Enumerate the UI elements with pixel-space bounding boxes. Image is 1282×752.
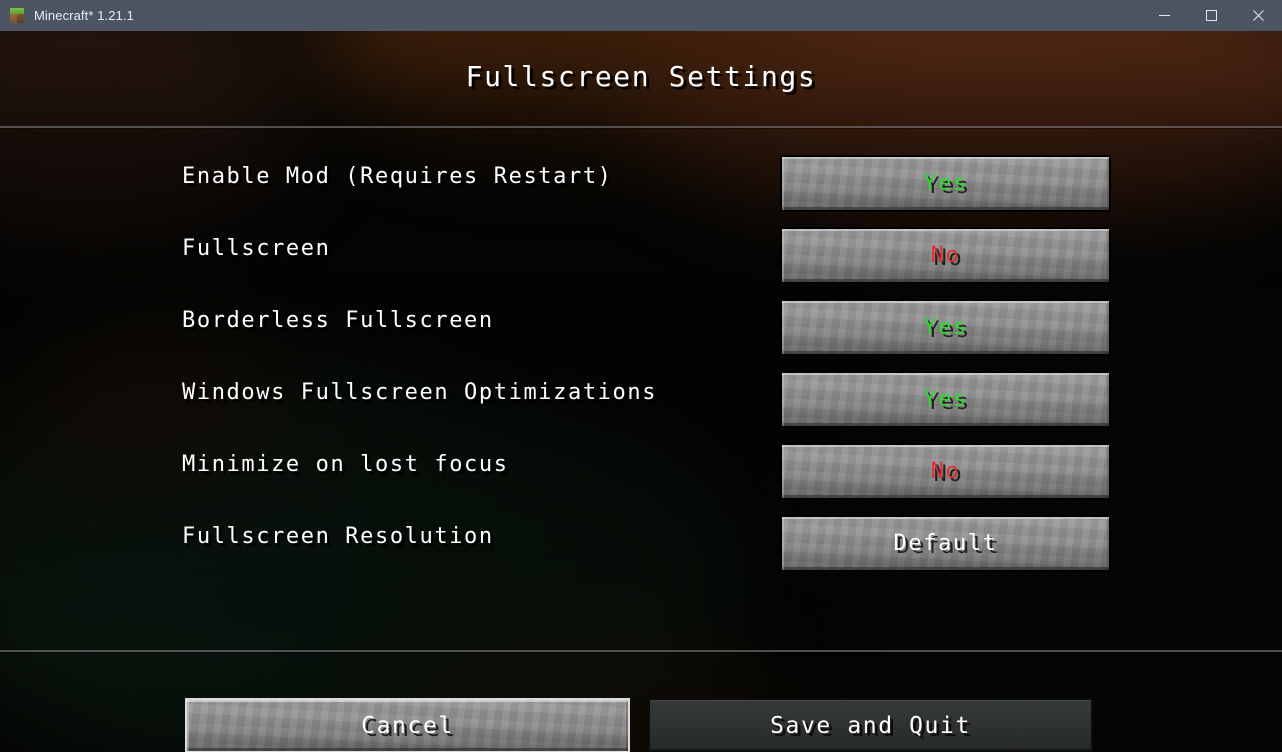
cancel-button-label: Cancel: [361, 712, 454, 739]
window-controls: [1141, 0, 1282, 31]
setting-row-minimize-on-lost-focus: Minimize on lost focus No: [0, 437, 1282, 509]
setting-value: Yes: [923, 315, 968, 340]
setting-label: Windows Fullscreen Optimizations: [182, 380, 658, 405]
setting-value-button-windows-fullscreen-optimizations[interactable]: Yes: [780, 371, 1111, 428]
setting-value-button-enable-mod[interactable]: Yes: [780, 155, 1111, 212]
titlebar-drag-region[interactable]: Minecraft* 1.21.1: [0, 0, 1141, 31]
cancel-button[interactable]: Cancel: [185, 698, 630, 752]
application-window: Minecraft* 1.21.1 Fullscreen Settings En…: [0, 0, 1282, 752]
setting-label: Enable Mod (Requires Restart): [182, 164, 613, 189]
fullscreen-settings-screen: Fullscreen Settings Enable Mod (Requires…: [0, 31, 1282, 752]
save-and-quit-button-label: Save and Quit: [770, 712, 971, 739]
setting-value: No: [930, 243, 961, 268]
minimize-icon[interactable]: [1141, 0, 1188, 31]
setting-row-borderless-fullscreen: Borderless Fullscreen Yes: [0, 293, 1282, 365]
setting-value-button-fullscreen-resolution[interactable]: Default: [780, 515, 1111, 572]
setting-value-button-borderless-fullscreen[interactable]: Yes: [780, 299, 1111, 356]
close-icon[interactable]: [1235, 0, 1282, 31]
setting-value-button-fullscreen[interactable]: No: [780, 227, 1111, 284]
settings-list: Enable Mod (Requires Restart) Yes Fullsc…: [0, 149, 1282, 581]
grass-block-icon: [9, 7, 25, 24]
setting-label: Borderless Fullscreen: [182, 308, 494, 333]
setting-label: Minimize on lost focus: [182, 452, 509, 477]
setting-value: Default: [893, 531, 998, 556]
window-titlebar: Minecraft* 1.21.1: [0, 0, 1282, 31]
save-and-quit-button[interactable]: Save and Quit: [648, 698, 1093, 752]
action-bar: Cancel Save and Quit: [0, 664, 1282, 752]
setting-row-fullscreen: Fullscreen No: [0, 221, 1282, 293]
setting-value-button-minimize-on-lost-focus[interactable]: No: [780, 443, 1111, 500]
setting-label: Fullscreen Resolution: [182, 524, 494, 549]
setting-row-windows-fullscreen-optimizations: Windows Fullscreen Optimizations Yes: [0, 365, 1282, 437]
setting-row-enable-mod: Enable Mod (Requires Restart) Yes: [0, 149, 1282, 221]
setting-value: No: [930, 459, 961, 484]
setting-row-fullscreen-resolution: Fullscreen Resolution Default: [0, 509, 1282, 581]
page-title: Fullscreen Settings: [465, 60, 817, 93]
window-title: Minecraft* 1.21.1: [34, 8, 134, 23]
maximize-icon[interactable]: [1188, 0, 1235, 31]
header-divider: [0, 126, 1282, 128]
setting-value: Yes: [923, 171, 968, 196]
setting-value: Yes: [923, 387, 968, 412]
setting-label: Fullscreen: [182, 236, 331, 261]
footer-divider: [0, 650, 1282, 652]
